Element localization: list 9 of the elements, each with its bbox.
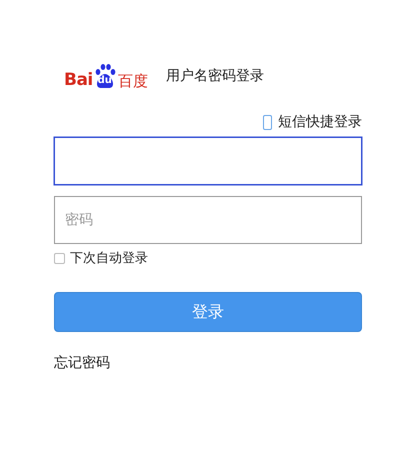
remember-label: 下次自动登录 <box>70 250 148 267</box>
password-field[interactable]: 密码 <box>54 196 362 244</box>
sms-login-link[interactable]: 短信快捷登录 <box>278 113 362 131</box>
remember-checkbox[interactable] <box>54 252 65 264</box>
logo: Bai du 百度 <box>64 63 148 89</box>
page-title: 用户名密码登录 <box>166 67 264 85</box>
forgot-password-link[interactable]: 忘记密码 <box>54 354 110 372</box>
phone-icon <box>263 114 272 130</box>
username-field[interactable] <box>54 137 362 185</box>
